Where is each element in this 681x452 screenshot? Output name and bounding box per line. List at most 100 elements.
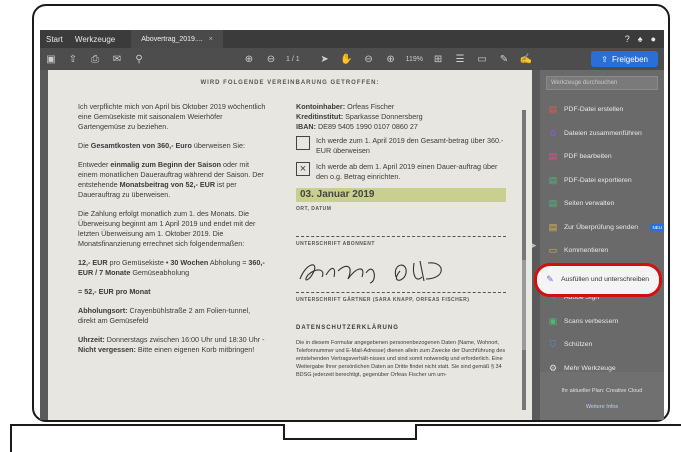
tools-list: ▤ PDF-Datei erstellen ⧉ Dateien zusammenfüh… <box>540 98 664 380</box>
highlighted-tool-fill-sign[interactable]: ✎ Ausfüllen und unterschreiben <box>534 263 662 297</box>
tool-fill-and-sign[interactable]: ✎ Ausfüllen und unterschreiben <box>537 266 659 293</box>
close-tab-icon[interactable]: × <box>209 36 213 43</box>
tools-search-input[interactable]: Werkzeuge durchsuchen <box>546 76 658 90</box>
tool-item-label: Scans verbessern <box>564 317 619 325</box>
left-column: Ich verpflichte mich von April bis Oktob… <box>78 102 268 364</box>
bank-name: Kreditinstitut: Sparkasse Donnersberg <box>296 112 423 121</box>
hand-tool-icon[interactable]: ✋ <box>340 52 354 66</box>
tool-fill-and-sign-label: Ausfüllen und unterschreiben <box>561 276 650 283</box>
print-icon[interactable]: ⎙ <box>88 52 102 66</box>
share-button-label: Freigeben <box>611 54 648 64</box>
tool-item-6[interactable]: ▭ Kommentieren <box>540 239 664 263</box>
document-tab[interactable]: Abovertrag_2019.... × <box>131 30 223 48</box>
option-one-time-label: Ich werde zum 1. April 2019 den Gesamt-b… <box>316 136 504 155</box>
help-icon[interactable]: ? <box>625 34 630 44</box>
search-icon[interactable]: ⚲ <box>132 52 146 66</box>
document-area[interactable]: WIRD FOLGENDE VEREINBARUNG GETROFFEN: Ic… <box>40 70 540 420</box>
screen: Start Werkzeuge Abovertrag_2019.... × ? … <box>40 30 664 420</box>
pages-icon: ▤ <box>548 198 558 209</box>
scan-icon: ▣ <box>548 315 558 326</box>
scroll-mode-icon[interactable]: ☰ <box>453 52 467 66</box>
tool-item-9[interactable]: ▣ Scans verbessern <box>540 310 664 334</box>
page-up-icon[interactable]: ⊕ <box>242 52 256 66</box>
upload-icon[interactable]: ⇧ <box>66 52 80 66</box>
zoom-in-icon[interactable]: ⊕ <box>384 52 398 66</box>
tool-item-label: Schützen <box>564 341 593 349</box>
paragraph-pickup-location: Abholungsort: Crayenbühlstraße 2 am Foli… <box>78 306 251 325</box>
iban: IBAN: DE89 5405 1990 0107 0860 27 <box>296 122 418 131</box>
sign-tool-icon[interactable]: ✍ <box>519 52 533 66</box>
fill-sign-icon: ✎ <box>546 274 554 284</box>
zoom-out-icon[interactable]: ⊖ <box>362 52 376 66</box>
tool-item-4[interactable]: ▤ Seiten verwalten <box>540 192 664 216</box>
pen-tool-icon[interactable]: ✎ <box>497 52 511 66</box>
tool-item-5[interactable]: ▤ Zur Überprüfung senden NEU <box>540 216 664 240</box>
bell-icon[interactable]: ♠ <box>638 34 643 44</box>
privacy-text: Die in diesem Formular angegebenen perso… <box>296 340 506 378</box>
protect-icon: ⛉ <box>549 339 557 350</box>
select-cursor-icon[interactable]: ➤ <box>318 52 332 66</box>
pdf-page: WIRD FOLGENDE VEREINBARUNG GETROFFEN: Ic… <box>48 70 532 420</box>
date-field[interactable]: 03. Januar 2019 <box>296 188 506 202</box>
tool-item-label: Dateien zusammenführen <box>564 129 642 137</box>
fit-page-icon[interactable]: ⊞ <box>431 52 445 66</box>
tool-item-label: Seiten verwalten <box>564 200 615 208</box>
tool-item-label: Kommentieren <box>564 247 609 255</box>
signature-subscriber-caption: UNTERSCHRIFT ABONNENT <box>296 236 506 249</box>
paragraph-payment-schedule: Die Zahlung erfolgt monatlich zum 1. des… <box>78 209 256 248</box>
collapse-panel-arrow-icon[interactable]: ▸ <box>532 240 537 251</box>
document-tab-label: Abovertrag_2019.... <box>141 35 203 43</box>
mail-icon[interactable]: ✉ <box>110 52 124 66</box>
combine-icon: ⧉ <box>549 127 557 138</box>
menu-bar: Start Werkzeuge Abovertrag_2019.... × ? … <box>40 30 664 48</box>
share-button[interactable]: ⇪ Freigeben <box>591 51 658 67</box>
account-icon[interactable]: ● <box>651 34 656 44</box>
laptop-notch <box>283 424 417 440</box>
tools-pane: Werkzeuge durchsuchen ▤ PDF-Datei erstell… <box>540 70 664 420</box>
checkbox-standing-order[interactable]: × <box>296 162 310 176</box>
page-heading: WIRD FOLGENDE VEREINBARUNG GETROFFEN: <box>200 80 380 86</box>
paragraph-calculation: 12,- EUR pro Gemüsekiste • 30 Wochen Abh… <box>78 258 265 277</box>
page-down-icon[interactable]: ⊖ <box>264 52 278 66</box>
option-standing-order-label: Ich werde ab dem 1. April 2019 einen Dau… <box>316 162 498 181</box>
review-icon: ▤ <box>548 221 558 232</box>
tool-item-1[interactable]: ⧉ Dateien zusammenführen <box>540 122 664 146</box>
share-icon: ⇪ <box>601 54 608 64</box>
plan-text: Ihr aktueller Plan: Creative Cloud <box>561 388 643 394</box>
handwritten-signature <box>299 260 442 284</box>
tool-item-label: PDF-Datei erstellen <box>564 106 624 114</box>
date-caption: ORT, DATUM <box>296 206 332 212</box>
tool-item-label: Zur Überprüfung senden <box>564 223 639 231</box>
scrollbar-thumb[interactable] <box>522 260 526 350</box>
paragraph-payment-options: Entweder einmalig zum Beginn der Saison … <box>78 160 264 199</box>
edit-pdf-icon: ▤ <box>548 151 558 162</box>
paragraph-pickup-time: Uhrzeit: Donnerstags zwischen 16:00 Uhr … <box>78 335 265 354</box>
account-holder: Kontoinhaber: Orfeas Fischer <box>296 102 395 111</box>
menu-werkzeuge[interactable]: Werkzeuge <box>69 35 121 44</box>
paragraph-subscription: Ich verpflichte mich von April bis Oktob… <box>78 102 266 131</box>
toolbar: ▣ ⇧ ⎙ ✉ ⚲ ⊕ ⊖ 1 / 1 ➤ ✋ ⊖ ⊕ 119% ⊞ ☰ ▭ ✎… <box>40 48 664 70</box>
zoom-level[interactable]: 119% <box>406 56 423 63</box>
more-info-link[interactable]: Weitere Infos <box>540 404 664 410</box>
save-icon[interactable]: ▣ <box>44 52 58 66</box>
paragraph-total-cost: Die Gesamtkosten von 360,- Euro überweis… <box>78 141 245 150</box>
tool-item-label: Mehr Werkzeuge <box>564 364 616 372</box>
option-standing-order: × Ich werde ab dem 1. April 2019 einen D… <box>296 162 506 182</box>
tool-item-0[interactable]: ▤ PDF-Datei erstellen <box>540 98 664 122</box>
scrollbar[interactable] <box>522 110 526 410</box>
tool-item-label: PDF-Datei exportieren <box>564 176 632 184</box>
comment-tool-icon[interactable]: ▭ <box>475 52 489 66</box>
tool-item-label: PDF bearbeiten <box>564 153 612 161</box>
tool-item-2[interactable]: ▤ PDF bearbeiten <box>540 145 664 169</box>
page-indicator[interactable]: 1 / 1 <box>286 56 300 63</box>
comment-icon: ▭ <box>548 245 558 256</box>
pdf-create-icon: ▤ <box>548 104 558 115</box>
tool-item-10[interactable]: ⛉ Schützen <box>540 333 664 357</box>
privacy-heading: DATENSCHUTZERKLÄRUNG <box>296 325 399 331</box>
tools-footer: Ihr aktueller Plan: Creative Cloud Weite… <box>540 372 664 420</box>
right-column: Kontoinhaber: Orfeas Fischer Kreditinsti… <box>296 102 506 379</box>
checkbox-one-time[interactable] <box>296 136 310 150</box>
menu-start[interactable]: Start <box>40 35 69 44</box>
tool-item-3[interactable]: ▤ PDF-Datei exportieren <box>540 169 664 193</box>
option-one-time: Ich werde zum 1. April 2019 den Gesamt-b… <box>296 136 506 156</box>
